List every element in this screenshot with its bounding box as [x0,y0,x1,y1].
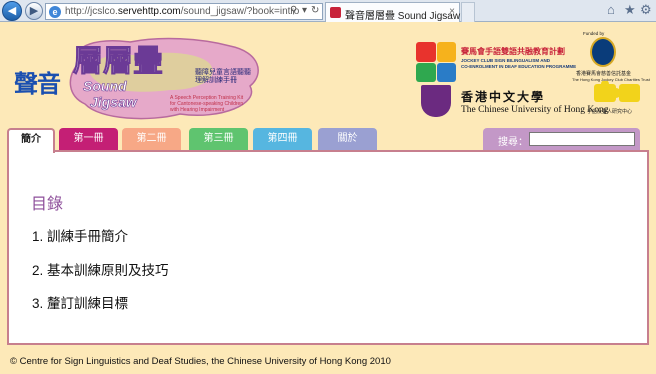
cuhk-crest-logo [421,85,451,117]
programme-name-english: JOCKEY CLUB SIGN BILINGUALISM AND CO-ENRO… [461,58,577,69]
search-icon[interactable]: ⚲ [290,5,297,16]
browser-tab[interactable]: 聲音層層疊 Sound Jigsaw × [325,2,460,22]
forward-arrow-icon: ▶ [29,5,39,17]
dropdown-icon[interactable]: ▾ [302,5,307,16]
tab-book-4[interactable]: 第四冊 [253,128,312,150]
search-input[interactable] [529,132,635,146]
ie-page-icon: e [49,6,61,18]
back-arrow-icon: ◀ [7,5,17,17]
logo-subtitle-chinese: 聽障兒童言語聽聽 理解訓練手冊 [195,69,251,84]
logo-jigsaw-chinese: 層層疊 [73,44,164,80]
logo-sound-english: Sound [83,78,127,95]
copyright-footer: © Centre for Sign Linguistics and Deaf S… [10,356,391,367]
funded-by-label: Funded by [583,31,605,36]
address-url[interactable]: http://jcslco.servehttp.com/sound_jigsaw… [65,6,299,17]
site-header: 聲音 層層疊 Sound Jigsaw 聽障兒童言語聽聽 理解訓練手冊 A Spe… [0,22,656,126]
tab-book-2[interactable]: 第二冊 [122,128,181,150]
browser-tab-title: 聲音層層疊 Sound Jigsaw [345,11,461,22]
tab-introduction[interactable]: 簡介 [7,128,55,153]
research-centre-name: 手語及聾人研究中心 [587,109,633,115]
tab-about[interactable]: 關於 [318,128,377,150]
toc-item-training-principles[interactable]: 2. 基本訓練原則及技巧 [32,259,169,279]
browser-toolbar: ◀ ▶ e http://jcslco.servehttp.com/sound_… [0,0,656,22]
logo-jigsaw-english: Jigsaw [90,94,137,111]
puzzle-pieces-logo [594,81,640,102]
home-icon[interactable]: ⌂ [607,3,615,17]
tab-book-1[interactable]: 第一冊 [59,128,118,150]
cuhk-name-chinese: 香港中文大學 [461,90,546,104]
toc-item-manual-intro[interactable]: 1. 訓練手冊簡介 [32,225,128,245]
refresh-icon[interactable]: ↻ [311,5,319,16]
toc-item-training-goals[interactable]: 3. 釐訂訓練目標 [32,292,128,312]
trust-name-chinese: 香港賽馬會慈善信託基金 [576,71,632,77]
forward-button[interactable]: ▶ [25,2,43,20]
search-label: 搜尋： [498,137,528,148]
jockey-club-trust-emblem [590,37,616,67]
logo-subtitle-english: A Speech Perception Training Kit for Cant… [170,95,244,113]
favorites-star-icon[interactable]: ★ [624,3,636,17]
content-panel: 目錄 1. 訓練手冊簡介 2. 基本訓練原則及技巧 3. 釐訂訓練目標 [7,150,649,345]
site-favicon-icon [330,7,341,18]
programme-name-chinese: 賽馬會手語雙語共融教育計劃 [461,47,565,56]
close-tab-icon[interactable]: × [449,6,455,17]
tab-book-3[interactable]: 第三冊 [189,128,248,150]
back-button[interactable]: ◀ [2,1,22,21]
settings-gear-icon[interactable]: ⚙ [640,3,652,17]
logo-sound-chinese: 聲音 [14,69,61,98]
new-tab-button[interactable] [461,2,475,22]
address-bar[interactable]: e http://jcslco.servehttp.com/sound_jigs… [45,3,323,20]
jockey-club-programme-logo [416,42,456,82]
table-of-contents-title: 目錄 [31,196,64,213]
